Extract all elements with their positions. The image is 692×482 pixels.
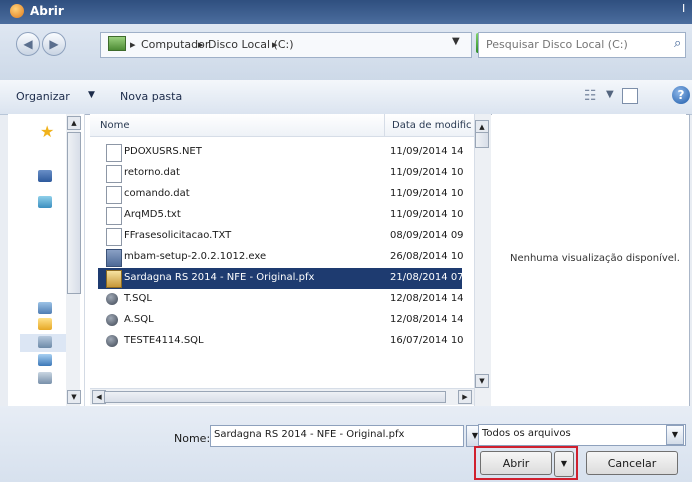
address-dropdown-icon[interactable]: ▼ bbox=[452, 36, 460, 47]
filename-label: Nome: bbox=[174, 432, 211, 445]
network-icon[interactable] bbox=[38, 354, 52, 366]
cancel-button[interactable]: Cancelar bbox=[586, 451, 678, 475]
open-button[interactable]: Abrir bbox=[480, 451, 552, 475]
list-hscroll-thumb[interactable] bbox=[104, 391, 446, 403]
search-icon[interactable]: ⌕ bbox=[674, 36, 688, 51]
file-date: 11/09/2014 10 bbox=[390, 167, 464, 178]
file-name[interactable]: Sardagna RS 2014 - NFE - Original.pfx bbox=[124, 272, 314, 283]
document-icon bbox=[106, 228, 122, 246]
column-header-date[interactable]: Data de modific bbox=[392, 120, 472, 131]
scroll-up-icon[interactable]: ▲ bbox=[67, 116, 81, 130]
file-name[interactable]: A.SQL bbox=[124, 314, 154, 325]
installer-icon bbox=[106, 249, 122, 267]
file-date: 11/09/2014 14 bbox=[390, 146, 464, 157]
file-date: 12/08/2014 14 bbox=[390, 293, 464, 304]
filename-input[interactable] bbox=[214, 429, 454, 440]
organize-button[interactable]: Organizar bbox=[16, 90, 70, 103]
scroll-down-icon[interactable]: ▼ bbox=[67, 390, 81, 404]
new-folder-button[interactable]: Nova pasta bbox=[120, 90, 182, 103]
drive-icon[interactable] bbox=[38, 336, 52, 348]
breadcrumb-separator-icon[interactable]: ▸ bbox=[130, 38, 136, 51]
file-date: 11/09/2014 10 bbox=[390, 209, 464, 220]
document-icon bbox=[106, 165, 122, 183]
scroll-right-icon[interactable]: ▶ bbox=[458, 390, 472, 404]
file-name[interactable]: FFrasesolicitacao.TXT bbox=[124, 230, 231, 241]
file-date: 08/09/2014 09 bbox=[390, 230, 464, 241]
preview-message: Nenhuma visualização disponível. bbox=[510, 253, 680, 264]
back-button[interactable]: ◀ bbox=[16, 32, 40, 56]
file-date: 11/09/2014 10 bbox=[390, 188, 464, 199]
libraries-icon[interactable] bbox=[38, 170, 52, 182]
document-icon bbox=[106, 186, 122, 204]
column-header-name[interactable]: Nome bbox=[100, 120, 130, 131]
search-input[interactable] bbox=[486, 38, 666, 51]
breadcrumb-separator-icon[interactable]: ▸ bbox=[272, 38, 278, 51]
list-vertical-scrollbar[interactable] bbox=[474, 114, 491, 406]
file-date: 12/08/2014 14 bbox=[390, 314, 464, 325]
file-type-dropdown-icon[interactable]: ▼ bbox=[666, 425, 684, 445]
homegroup-icon[interactable] bbox=[38, 196, 52, 208]
sql-icon bbox=[106, 293, 118, 305]
forward-button[interactable]: ▶ bbox=[42, 32, 66, 56]
nav-scroll-thumb[interactable] bbox=[67, 132, 81, 294]
file-name[interactable]: comando.dat bbox=[124, 188, 190, 199]
document-icon bbox=[106, 144, 122, 162]
title-bar bbox=[0, 0, 692, 24]
computer-nav-icon[interactable] bbox=[38, 302, 52, 314]
preview-pane-toggle-icon[interactable] bbox=[622, 88, 638, 104]
file-date: 21/08/2014 07 bbox=[390, 272, 464, 283]
list-scroll-thumb[interactable] bbox=[475, 132, 489, 148]
file-date: 16/07/2014 10 bbox=[390, 335, 464, 346]
help-icon[interactable]: ? bbox=[672, 86, 690, 104]
sql-icon bbox=[106, 314, 118, 326]
computer-icon bbox=[108, 36, 126, 51]
window-title: Abrir bbox=[30, 4, 64, 18]
folder-icon[interactable] bbox=[38, 318, 52, 330]
breadcrumb-separator-icon[interactable]: ▸ bbox=[198, 38, 204, 51]
certificate-icon bbox=[106, 270, 122, 288]
file-name[interactable]: mbam-setup-2.0.2.1012.exe bbox=[124, 251, 266, 262]
file-name[interactable]: ArqMD5.txt bbox=[124, 209, 181, 220]
sql-icon bbox=[106, 335, 118, 347]
file-type-value[interactable]: Todos os arquivos bbox=[482, 428, 571, 439]
open-options-dropdown-icon[interactable]: ▼ bbox=[554, 451, 574, 477]
organize-dropdown-icon[interactable]: ▼ bbox=[88, 90, 95, 100]
column-divider[interactable] bbox=[384, 114, 385, 136]
file-name[interactable]: PDOXUSRS.NET bbox=[124, 146, 202, 157]
close-button[interactable]: I bbox=[682, 2, 692, 20]
view-dropdown-icon[interactable]: ▼ bbox=[606, 89, 614, 100]
file-name[interactable]: TESTE4114.SQL bbox=[124, 335, 204, 346]
view-options-icon[interactable]: ☷ bbox=[584, 88, 600, 104]
breadcrumb-disk[interactable]: Disco Local (C:) bbox=[208, 38, 294, 51]
file-name[interactable]: retorno.dat bbox=[124, 167, 180, 178]
file-date: 26/08/2014 10 bbox=[390, 251, 464, 262]
scroll-down-icon[interactable]: ▼ bbox=[475, 374, 489, 388]
document-icon bbox=[106, 207, 122, 225]
app-icon bbox=[10, 4, 24, 18]
file-name[interactable]: T.SQL bbox=[124, 293, 152, 304]
drive-icon[interactable] bbox=[38, 372, 52, 384]
favorites-star-icon[interactable]: ★ bbox=[40, 122, 54, 141]
